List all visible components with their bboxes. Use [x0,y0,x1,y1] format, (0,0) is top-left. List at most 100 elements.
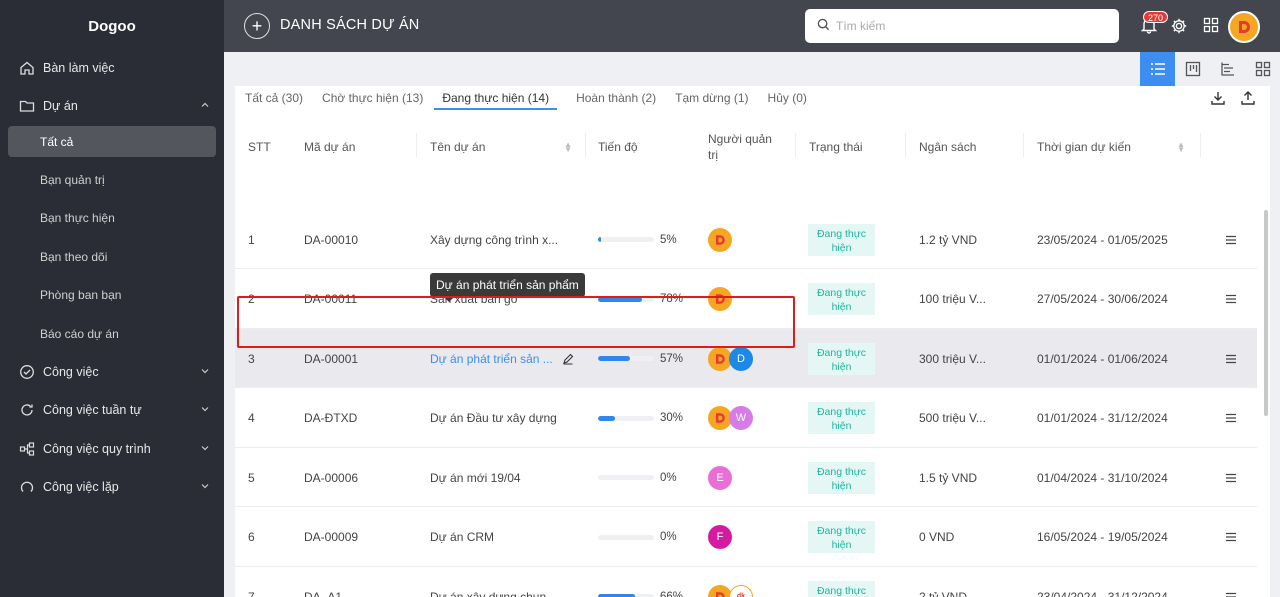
cell-project-name[interactable]: Dự án Đầu tư xây dựng [430,389,557,448]
row-menu-icon[interactable] [1225,508,1237,567]
row-menu-icon[interactable] [1225,270,1237,329]
sort-icon[interactable]: ▲ ▼ [564,141,572,154]
cell-project-name[interactable]: Dự án CRM [430,508,494,567]
tab-pending[interactable]: Chờ thực hiện (13) [322,86,423,110]
cell-project-name[interactable]: Dự án phát triển sản ... [430,329,553,388]
sidebar-subitem-report[interactable]: Báo cáo dự án [8,318,216,349]
chevron-down-icon [200,365,210,379]
sidebar-item-projects[interactable]: Dự án [0,90,224,122]
subitem-label: Bạn thực hiện [40,210,115,225]
user-avatar[interactable] [1228,11,1260,43]
column-divider [905,133,906,157]
grid-view-button[interactable] [1245,52,1280,86]
cell-budget: 2 tỷ VND [919,589,968,597]
manager-avatar[interactable]: dk [729,584,753,597]
sidebar-item-label: Dự án [43,99,78,113]
apps-grid-icon[interactable] [1203,17,1219,36]
cell-stt: 4 [248,411,255,425]
column-header-label: Tên dự án [430,139,486,154]
progress-bar [598,237,654,242]
sidebar-subitem-admin[interactable]: Bạn quản trị [8,164,216,195]
sidebar-item-tasks[interactable]: Công việc [0,356,224,388]
cell-project-name[interactable]: Dự án mới 19/04 [430,448,521,507]
check-circle-icon [19,364,35,380]
tab-completed[interactable]: Hoàn thành (2) [576,86,656,110]
manager-avatar[interactable]: F [708,525,732,549]
sidebar-subitem-executing[interactable]: Bạn thực hiện [8,202,216,233]
edit-icon[interactable] [562,329,574,388]
row-menu-icon[interactable] [1225,448,1237,507]
sidebar-subitem-following[interactable]: Bạn theo dõi [8,241,216,272]
tab-all[interactable]: Tất cả (30) [245,86,303,110]
column-header-stt: STT [248,139,271,154]
upload-icon[interactable] [1240,90,1256,109]
gear-icon[interactable] [1170,17,1188,38]
avatar-letter: D [737,352,745,365]
cell-time: 23/05/2024 - 01/05/2025 [1037,232,1168,247]
row-menu-icon[interactable] [1225,329,1237,388]
column-divider [1023,133,1024,157]
table-row[interactable]: 6 DA-00009 Dự án CRM 0% F Đang thực hiện 0 VND… [235,508,1257,567]
sidebar-item-recurring-tasks[interactable]: Công việc lặp [0,471,224,503]
avatar-letter: F [716,531,724,543]
cell-managers: D [708,329,753,388]
table-row[interactable]: 1 DA-00010 Xây dựng công trình x... 5% Đang … [235,210,1257,269]
cell-project-name[interactable]: Xây dựng công trình x... [430,210,558,269]
manager-avatar[interactable]: D [729,346,753,371]
table-row[interactable]: 2 DA-00011 Sản xuất bàn gỗ 78% Đang thực hiệ… [235,270,1257,329]
progress-label: 57% [660,352,684,365]
column-header-manager: Người quản trị [708,131,772,162]
sidebar-subitem-all[interactable]: Tất cả [8,126,216,157]
search-input[interactable] [836,19,1106,33]
chevron-down-icon [200,442,210,456]
cell-stt: 1 [248,232,255,247]
project-name-tooltip: Dự án phát triển sản phẩm [430,273,585,302]
cell-project-name[interactable]: Dự án xây dựng chun... [430,567,556,597]
manager-avatar[interactable]: E [708,465,732,490]
download-icon[interactable] [1210,90,1226,109]
table-row[interactable]: 3 DA-00001 Dự án phát triển sản ... 57% D Đan… [235,329,1257,388]
progress-bar-fill [598,356,630,361]
sidebar-item-workspace[interactable]: Bàn làm việc [0,52,224,84]
cell-stt: 2 [248,292,255,306]
sort-icon[interactable]: ▲ ▼ [1177,141,1185,154]
cell-status: Đang thực hiện [808,448,875,507]
kanban-view-button[interactable] [1175,52,1210,86]
page-title: DANH SÁCH DỰ ÁN [280,17,420,33]
column-header-status: Trạng thái [809,139,863,154]
cell-budget: 500 triệu V... [919,411,986,425]
column-header-time[interactable]: Thời gian dự kiến ▲ ▼ [1037,124,1197,169]
table-row[interactable]: 7 DA_A1 Dự án xây dựng chun... 66% dk Đang th… [235,567,1257,597]
cell-managers: F [708,508,732,567]
manager-avatar[interactable] [708,227,732,252]
column-header-name[interactable]: Tên dự án ▲ ▼ [430,124,584,169]
table-header: STT Mã dự án Tên dự án ▲ ▼ Tiến độ Người q… [235,124,1270,169]
vertical-scrollbar[interactable] [1264,210,1268,416]
table-row[interactable]: 5 DA-00006 Dự án mới 19/04 0% E Đang thực hiệ… [235,448,1257,507]
search-box[interactable] [805,9,1119,43]
tab-paused[interactable]: Tạm dừng (1) [675,86,748,110]
sidebar-item-workflow-tasks[interactable]: Công việc quy trình [0,433,224,465]
row-menu-icon[interactable] [1225,389,1237,448]
chevron-down-icon [200,403,210,417]
row-menu-icon[interactable] [1225,567,1237,597]
gantt-view-button[interactable] [1210,52,1245,86]
add-project-button[interactable]: + [244,13,270,39]
cell-status: Đang thực hiện [808,329,875,388]
sidebar-subitem-department[interactable]: Phòng ban bạn [8,279,216,310]
app-logo[interactable]: Dogoo [0,0,224,52]
cell-progress: 0% [598,448,677,507]
manager-avatar[interactable] [708,287,732,311]
tab-in-progress[interactable]: Đang thực hiện (14) [434,86,558,110]
cell-status: Đang thực hiện [808,210,875,269]
manager-avatar[interactable]: W [729,406,753,430]
list-view-button[interactable] [1140,52,1175,86]
cell-progress: 5% [598,210,677,269]
column-header-progress: Tiến độ [598,139,638,154]
row-menu-icon[interactable] [1225,210,1237,269]
tab-cancelled[interactable]: Hủy (0) [768,86,807,110]
column-header-budget: Ngân sách [919,139,977,154]
cell-stt: 5 [248,470,255,485]
sidebar-item-sequential-tasks[interactable]: Công việc tuần tự [0,394,224,426]
table-row[interactable]: 4 DA-ĐTXD Dự án Đầu tư xây dựng 30% W Đang th… [235,389,1257,448]
